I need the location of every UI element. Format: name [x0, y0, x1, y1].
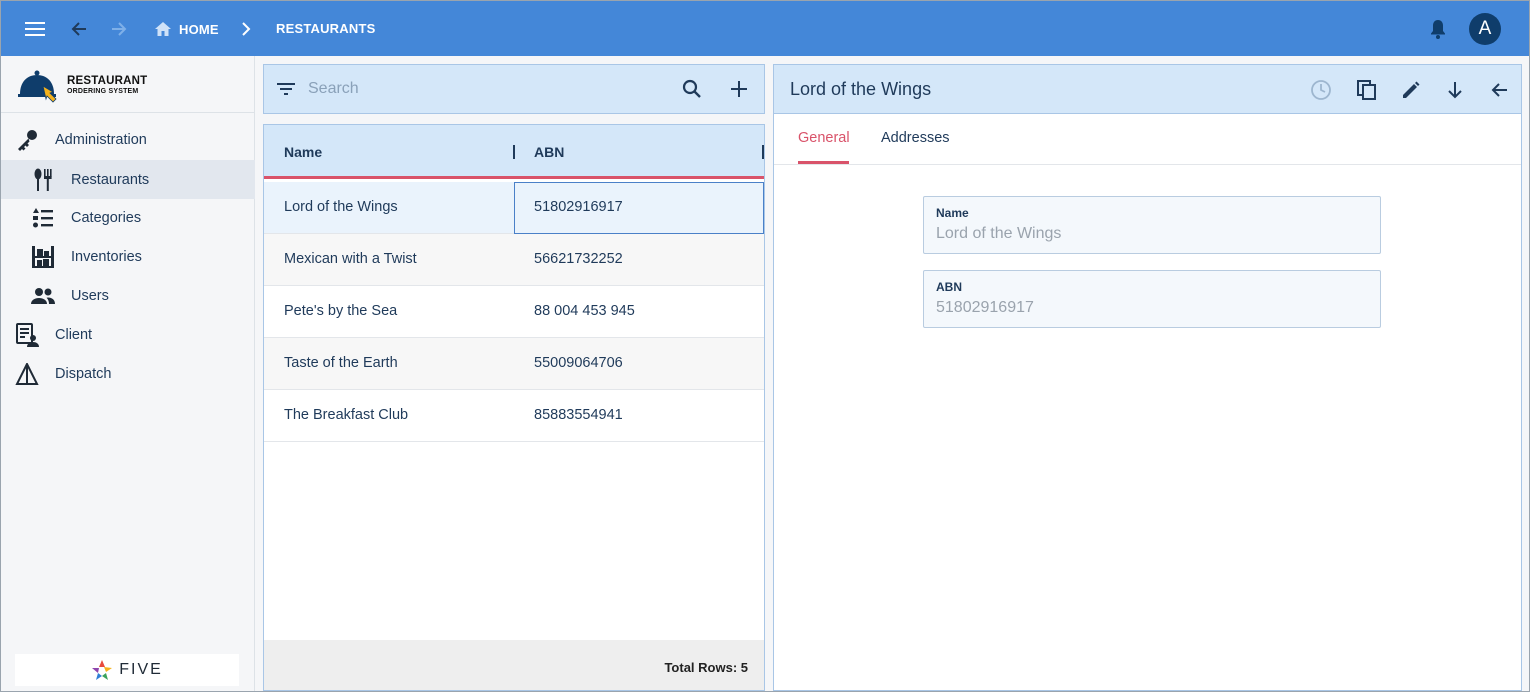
total-rows-label: Total Rows: 5	[664, 660, 748, 675]
field-label: ABN	[936, 280, 962, 294]
grid-footer: Total Rows: 5	[264, 640, 764, 690]
back-arrow-icon[interactable]	[1485, 76, 1513, 104]
list-icon	[30, 205, 56, 231]
detail-panel: Lord of the Wings General Addresses Name…	[773, 64, 1522, 691]
filter-icon[interactable]	[276, 80, 296, 103]
sidebar-item-label: Dispatch	[55, 365, 112, 382]
add-icon[interactable]	[730, 80, 748, 103]
detail-tabs: General Addresses	[774, 115, 1521, 165]
tab-addresses[interactable]: Addresses	[881, 130, 950, 146]
table-row[interactable]: Taste of the Earth 55009064706	[264, 338, 764, 390]
five-brand-footer: FIVE	[15, 654, 239, 686]
people-icon	[30, 283, 56, 309]
arrow-down-icon[interactable]	[1441, 76, 1469, 104]
column-header-name[interactable]: Name	[284, 144, 322, 160]
abn-field[interactable]: ABN 51802916917	[923, 270, 1381, 328]
sidebar-item-label: Categories	[71, 209, 142, 226]
dining-icon	[30, 167, 56, 193]
sidebar-item-label: Client	[55, 326, 93, 343]
restaurants-grid: Name ABN Lord of the Wings 51802916917 M…	[263, 124, 765, 691]
column-resize-handle[interactable]	[762, 145, 764, 159]
edit-pencil-icon[interactable]	[1397, 76, 1425, 104]
sidebar-item-users[interactable]: Users	[1, 276, 255, 315]
sidebar-item-client[interactable]: Client	[1, 315, 255, 354]
detail-header: Lord of the Wings	[774, 65, 1521, 114]
field-value: Lord of the Wings	[936, 225, 1062, 242]
field-value: 51802916917	[936, 299, 1034, 316]
sidebar-item-inventories[interactable]: Inventories	[1, 237, 255, 276]
five-logo-icon	[92, 660, 113, 680]
back-arrow-icon[interactable]	[64, 14, 94, 44]
home-icon	[155, 22, 171, 36]
sidebar: RESTAURANT ORDERING SYSTEM Administratio…	[1, 56, 255, 691]
chevron-right-icon	[231, 14, 261, 44]
history-icon[interactable]	[1307, 76, 1335, 104]
active-tab-indicator	[798, 161, 849, 164]
cloche-logo-icon	[18, 70, 57, 103]
tab-general[interactable]: General	[798, 130, 850, 146]
sidebar-item-label: Inventories	[71, 248, 142, 265]
sidebar-item-dispatch[interactable]: Dispatch	[1, 354, 255, 393]
dispatch-icon	[14, 361, 40, 387]
table-row[interactable]: The Breakfast Club 85883554941	[264, 390, 764, 442]
client-form-icon	[14, 322, 40, 348]
avatar[interactable]: A	[1469, 13, 1501, 45]
bell-icon[interactable]	[1423, 14, 1453, 44]
table-row[interactable]: Lord of the Wings 51802916917	[264, 182, 764, 234]
sidebar-item-label: Restaurants	[71, 171, 150, 188]
column-header-abn[interactable]: ABN	[534, 144, 564, 160]
search-icon[interactable]	[682, 79, 702, 104]
sidebar-item-administration[interactable]: Administration	[1, 120, 255, 159]
sidebar-item-restaurants[interactable]: Restaurants	[1, 160, 255, 199]
sidebar-item-label: Administration	[55, 131, 147, 148]
table-row[interactable]: Mexican with a Twist 56621732252	[264, 234, 764, 286]
copy-icon[interactable]	[1353, 76, 1381, 104]
list-search-bar	[263, 64, 765, 114]
app-logo: RESTAURANT ORDERING SYSTEM	[1, 56, 255, 113]
shelves-icon	[30, 244, 56, 270]
menu-icon[interactable]	[20, 14, 50, 44]
breadcrumb-home[interactable]: HOME	[154, 21, 219, 37]
grid-header: Name ABN	[264, 125, 764, 179]
breadcrumb-restaurants[interactable]: RESTAURANTS	[276, 21, 375, 36]
column-resize-handle[interactable]	[513, 145, 515, 159]
detail-title: Lord of the Wings	[790, 79, 932, 99]
app-bar: HOME RESTAURANTS A	[1, 1, 1529, 56]
forward-arrow-icon[interactable]	[104, 14, 134, 44]
table-row[interactable]: Pete's by the Sea 88 004 453 945	[264, 286, 764, 338]
sidebar-item-label: Users	[71, 287, 109, 304]
search-input[interactable]	[308, 77, 668, 101]
sidebar-item-categories[interactable]: Categories	[1, 198, 255, 237]
field-label: Name	[936, 206, 969, 220]
key-icon	[14, 127, 40, 153]
name-field[interactable]: Name Lord of the Wings	[923, 196, 1381, 254]
